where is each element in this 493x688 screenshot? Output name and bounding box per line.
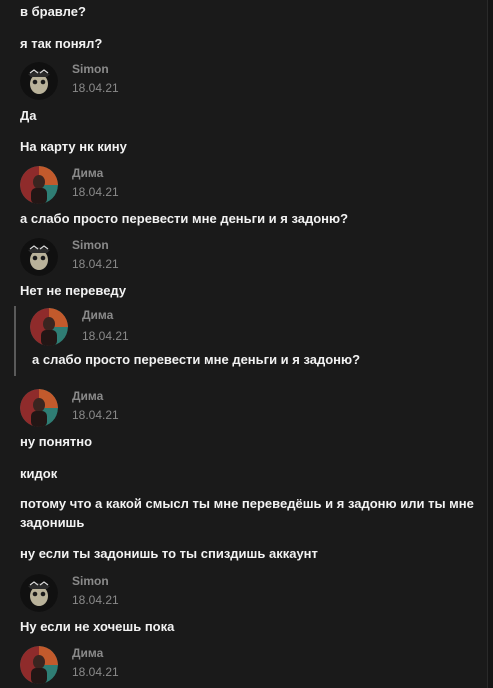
message-timestamp: 18.04.21 bbox=[72, 665, 119, 679]
avatar[interactable] bbox=[20, 166, 58, 204]
author-header: Simon 18.04.21 bbox=[20, 238, 488, 282]
author-name[interactable]: Дима bbox=[72, 646, 103, 660]
message-text: а слабо просто перевести мне деньги и я … bbox=[20, 211, 349, 226]
message-text: я так понял? bbox=[20, 36, 103, 51]
author-header: Simon 18.04.21 bbox=[20, 62, 488, 106]
chat-log[interactable]: в бравле? я так понял? Simon 18.04.21 Да… bbox=[0, 0, 488, 688]
author-header: Дима 18.04.21 bbox=[20, 646, 488, 688]
person-avatar-icon bbox=[30, 308, 68, 346]
author-name[interactable]: Simon bbox=[72, 574, 109, 588]
message-timestamp: 18.04.21 bbox=[72, 408, 119, 422]
message-text: ну понятно bbox=[20, 434, 93, 449]
skull-avatar-icon bbox=[20, 62, 58, 100]
message-text: На карту нк кину bbox=[20, 139, 127, 154]
author-name[interactable]: Simon bbox=[72, 62, 109, 76]
message-text: ну если ты задонишь то ты спиздишь аккау… bbox=[20, 546, 318, 561]
message-text: Нет не переведу bbox=[20, 283, 127, 298]
author-name[interactable]: Дима bbox=[72, 166, 103, 180]
message-text: Да bbox=[20, 108, 37, 123]
message-text: кидок bbox=[20, 466, 58, 481]
message-timestamp: 18.04.21 bbox=[72, 81, 119, 95]
message-timestamp: 18.04.21 bbox=[72, 185, 119, 199]
avatar[interactable] bbox=[30, 308, 68, 346]
author-header: Simon 18.04.21 bbox=[20, 574, 488, 618]
quote-timestamp: 18.04.21 bbox=[82, 329, 129, 343]
author-name[interactable]: Simon bbox=[72, 238, 109, 252]
author-header: Дима 18.04.21 bbox=[20, 389, 488, 433]
avatar[interactable] bbox=[20, 389, 58, 427]
quote-text: а слабо просто перевести мне деньги и я … bbox=[32, 352, 361, 367]
quote-author-header: Дима 18.04.21 bbox=[30, 308, 488, 352]
avatar[interactable] bbox=[20, 238, 58, 276]
quote-author-name[interactable]: Дима bbox=[82, 308, 113, 322]
skull-avatar-icon bbox=[20, 574, 58, 612]
scrollbar[interactable] bbox=[487, 0, 493, 688]
author-name[interactable]: Дима bbox=[72, 389, 103, 403]
person-avatar-icon bbox=[20, 389, 58, 427]
message-text: потому что а какой смысл ты мне переведё… bbox=[20, 496, 474, 530]
message-text: в бравле? bbox=[20, 4, 86, 19]
avatar[interactable] bbox=[20, 646, 58, 684]
message-timestamp: 18.04.21 bbox=[72, 593, 119, 607]
author-header: Дима 18.04.21 bbox=[20, 166, 488, 210]
avatar[interactable] bbox=[20, 574, 58, 612]
message-timestamp: 18.04.21 bbox=[72, 257, 119, 271]
skull-avatar-icon bbox=[20, 238, 58, 276]
person-avatar-icon bbox=[20, 166, 58, 204]
person-avatar-icon bbox=[20, 646, 58, 684]
avatar[interactable] bbox=[20, 62, 58, 100]
reply-quote[interactable]: Дима 18.04.21 а слабо просто перевести м… bbox=[14, 306, 476, 376]
message-text: Ну если не хочешь пока bbox=[20, 619, 175, 634]
